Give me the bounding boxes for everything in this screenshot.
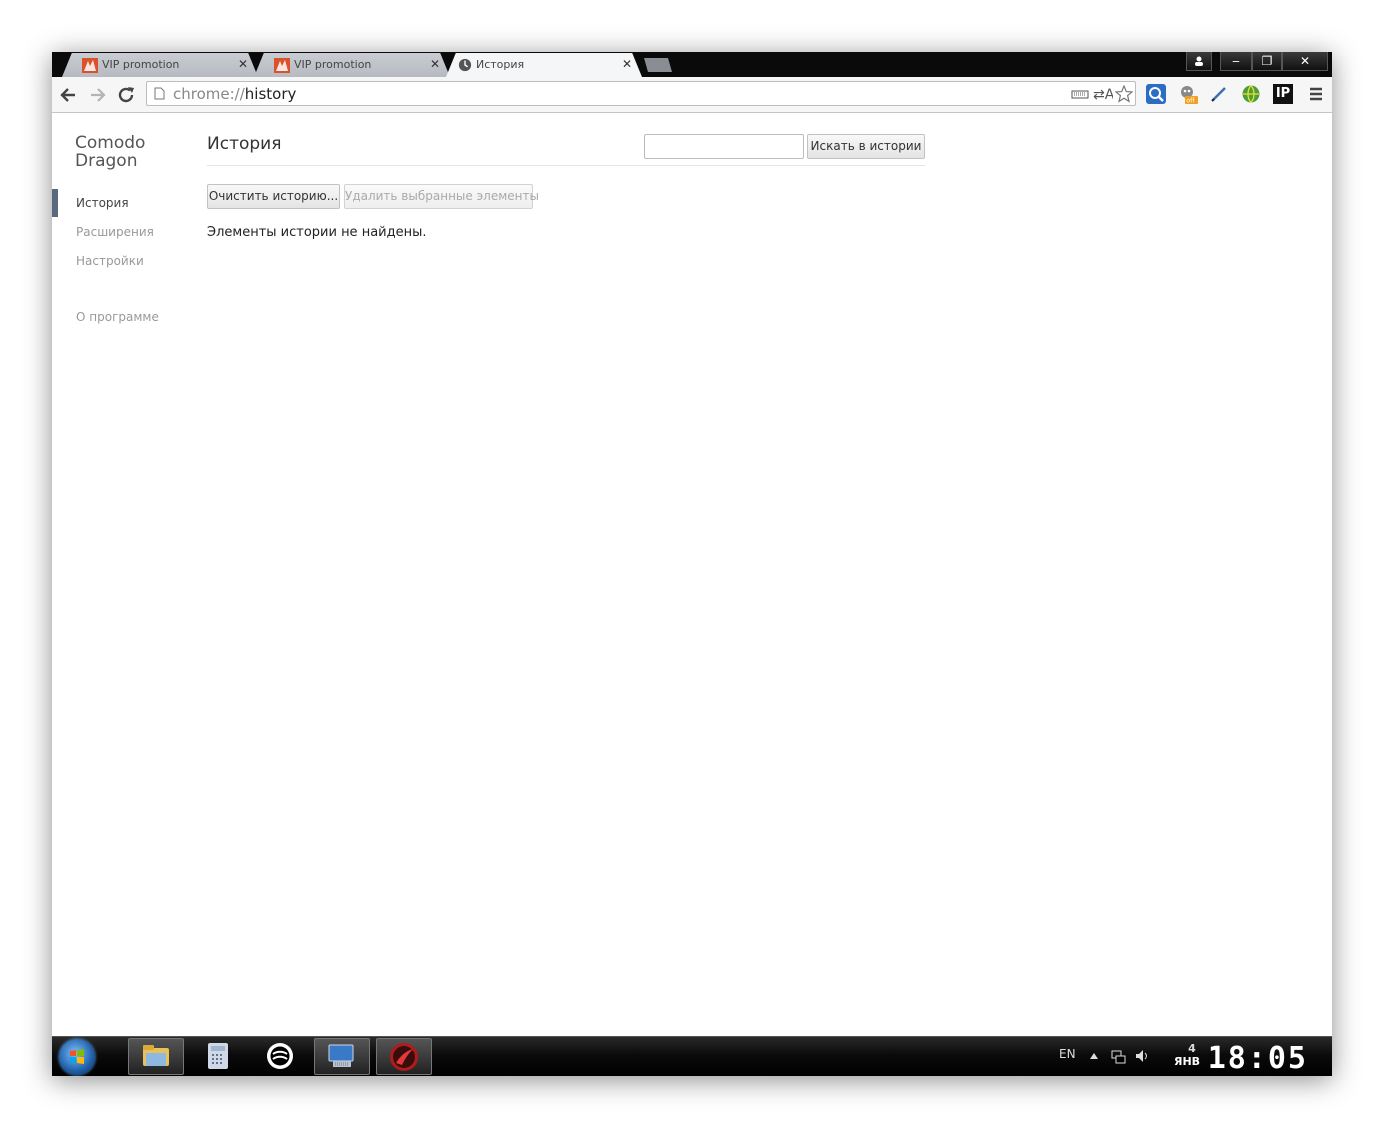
- browser-window: VIP promotion ✕ VIP promotion ✕ История …: [52, 52, 1332, 1076]
- sidebar-selection-indicator: [52, 189, 58, 217]
- windows-taskbar: EN 4 ЯНВ 18:05: [52, 1036, 1332, 1076]
- history-page: Comodo Dragon История Расширения Настрой…: [52, 113, 1332, 1036]
- sidebar-item-history[interactable]: История: [76, 196, 129, 210]
- menu-icon[interactable]: [1306, 84, 1326, 104]
- clear-history-button[interactable]: Очистить историю...: [207, 184, 340, 209]
- maximize-button[interactable]: ❐: [1252, 52, 1282, 71]
- minimize-button[interactable]: ‒: [1220, 52, 1252, 71]
- off-badge: off: [1186, 97, 1195, 105]
- translate-icon[interactable]: ⇄A: [1093, 86, 1113, 102]
- taskbar-app[interactable]: [252, 1038, 308, 1075]
- url-host: history: [244, 85, 297, 103]
- browser-toolbar: chrome://history ⇄A off IP: [52, 77, 1332, 113]
- user-profile-button[interactable]: [1186, 52, 1212, 71]
- tab-title: История: [476, 58, 525, 71]
- url-scheme: chrome://: [173, 85, 245, 103]
- sidebar-item-about[interactable]: О программе: [76, 310, 159, 324]
- windows-logo-icon: [70, 1049, 84, 1064]
- adblock-extension-icon[interactable]: off: [1178, 84, 1198, 104]
- back-arrow-icon[interactable]: [58, 84, 80, 106]
- history-search-input[interactable]: [644, 134, 804, 159]
- taskbar-computer[interactable]: [314, 1038, 370, 1075]
- vip-favicon-icon: [82, 58, 98, 73]
- new-tab-button[interactable]: [642, 57, 674, 73]
- reload-icon[interactable]: [115, 84, 137, 106]
- tab-close-icon[interactable]: ✕: [430, 57, 440, 71]
- sidebar-item-settings[interactable]: Настройки: [76, 254, 144, 268]
- tab-history[interactable]: История ✕: [446, 53, 642, 77]
- date-month: ЯНВ: [1174, 1055, 1201, 1068]
- close-window-button[interactable]: ✕: [1282, 52, 1328, 71]
- volume-icon[interactable]: [1134, 1048, 1150, 1064]
- calculator-icon: [208, 1043, 228, 1069]
- tab-vip-promotion-2[interactable]: VIP promotion ✕: [254, 53, 450, 77]
- folder-icon: [143, 1045, 169, 1066]
- clock-icon: [458, 58, 472, 72]
- taskbar-explorer[interactable]: [128, 1038, 184, 1075]
- search-extension-icon[interactable]: [1146, 84, 1166, 104]
- tab-title: VIP promotion: [102, 58, 180, 71]
- tab-close-icon[interactable]: ✕: [622, 57, 632, 71]
- tab-title: VIP promotion: [294, 58, 372, 71]
- keyboard-icon[interactable]: [1071, 86, 1089, 102]
- tab-vip-promotion-1[interactable]: VIP promotion ✕: [62, 53, 258, 77]
- globe-extension-icon[interactable]: [1241, 84, 1261, 104]
- taskbar-comodo-dragon[interactable]: [376, 1038, 432, 1075]
- taskbar-clock[interactable]: 18:05: [1208, 1041, 1308, 1076]
- brand-title: Comodo Dragon: [75, 134, 185, 170]
- tray-expand-icon[interactable]: [1089, 1052, 1099, 1060]
- tab-close-icon[interactable]: ✕: [238, 57, 248, 71]
- sidebar-item-extensions[interactable]: Расширения: [76, 225, 154, 239]
- page-icon: [154, 87, 165, 100]
- forward-arrow-icon[interactable]: [86, 84, 108, 106]
- computer-icon: [328, 1044, 354, 1067]
- start-button[interactable]: [59, 1039, 95, 1075]
- language-indicator[interactable]: EN: [1059, 1047, 1076, 1061]
- url-text[interactable]: chrome://history: [173, 85, 296, 103]
- comodo-dragon-icon: [390, 1043, 418, 1071]
- user-icon: [1195, 56, 1203, 66]
- brand-line-1: Comodo: [75, 133, 146, 153]
- search-history-button[interactable]: Искать в истории: [807, 134, 925, 159]
- delete-selected-button[interactable]: Удалить выбранные элементы: [344, 184, 539, 209]
- bookmark-star-icon[interactable]: [1115, 85, 1133, 103]
- network-icon[interactable]: [1110, 1048, 1126, 1064]
- address-bar[interactable]: chrome://history ⇄A: [146, 81, 1136, 106]
- vip-favicon-icon: [274, 58, 290, 73]
- page-title: История: [207, 134, 282, 154]
- ip-extension-icon[interactable]: IP: [1273, 84, 1293, 104]
- circle-app-icon: [267, 1043, 293, 1069]
- empty-history-message: Элементы истории не найдены.: [207, 225, 427, 240]
- brand-line-2: Dragon: [75, 151, 138, 171]
- date-day: 4: [1188, 1042, 1196, 1055]
- svg-text:⇄A: ⇄A: [1093, 87, 1113, 102]
- tab-strip: VIP promotion ✕ VIP promotion ✕ История …: [52, 52, 1332, 77]
- taskbar-calculator[interactable]: [190, 1038, 246, 1075]
- title-divider: [207, 165, 925, 166]
- pen-extension-icon[interactable]: [1209, 84, 1229, 104]
